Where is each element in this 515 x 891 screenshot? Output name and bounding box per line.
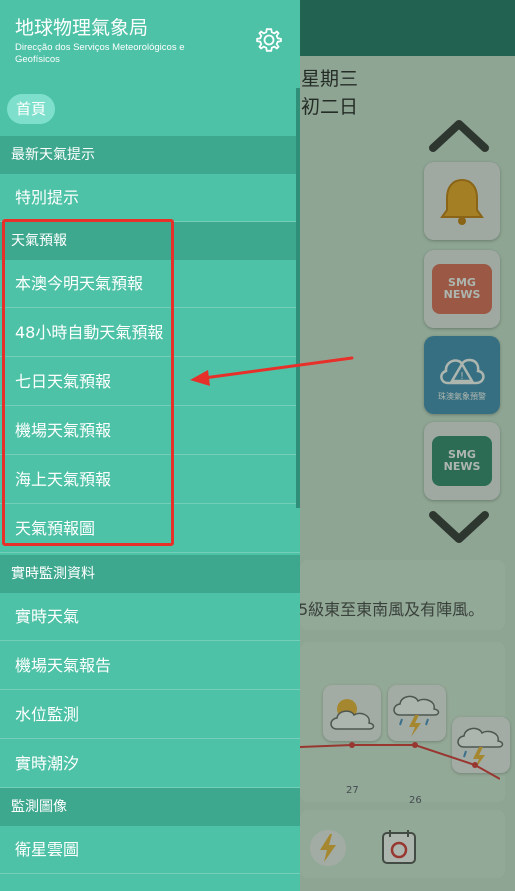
annotation-arrow-icon — [190, 356, 354, 386]
section-header-latest-alerts: 最新天氣提示 — [0, 136, 300, 174]
gear-icon[interactable] — [255, 26, 283, 54]
app-title: 地球物理氣象局 — [15, 17, 149, 39]
home-menu-item[interactable]: 首頁 — [7, 94, 56, 124]
drawer-header: 地球物理氣象局 Direcção dos Serviços Meteorológ… — [0, 0, 300, 90]
menu-item-water-level[interactable]: 水位監測 — [0, 691, 300, 739]
forecast-group-highlight-box — [2, 219, 174, 546]
menu-item-special-alert[interactable]: 特別提示 — [0, 174, 300, 222]
drawer-scrollbar[interactable] — [296, 88, 300, 508]
menu-item-airport-report[interactable]: 機場天氣報告 — [0, 642, 300, 690]
menu-item-realtime-tide[interactable]: 實時潮汐 — [0, 740, 300, 788]
section-header-monitoring-images: 監測圖像 — [0, 788, 300, 826]
menu-item-satellite-image[interactable]: 衛星雲圖 — [0, 826, 300, 874]
section-header-realtime-data: 實時監測資料 — [0, 555, 300, 593]
menu-item-current-weather[interactable]: 實時天氣 — [0, 593, 300, 641]
app-subtitle: Direcção dos Serviços Meteorológicos e G… — [15, 42, 185, 65]
